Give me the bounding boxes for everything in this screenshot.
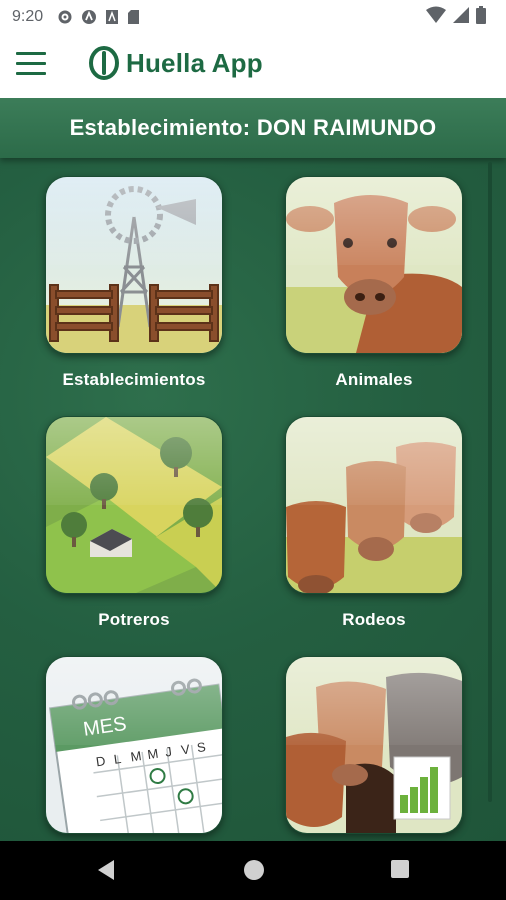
calendar-icon: MES D L M M J V S xyxy=(45,656,223,834)
main-content[interactable]: Establecimiento: DON RAIMUNDO Establecim… xyxy=(0,98,506,841)
home-icon[interactable] xyxy=(243,859,265,881)
tile-label: Rodeos xyxy=(342,610,406,629)
scrollbar[interactable] xyxy=(488,162,492,802)
herd-icon xyxy=(285,416,463,594)
status-time: 9:20 xyxy=(12,8,44,25)
calendar-day-label: M xyxy=(130,748,143,764)
status-bar: 9:20 xyxy=(0,0,506,34)
cow-icon xyxy=(285,176,463,354)
fields-icon xyxy=(45,416,223,594)
settings-icon xyxy=(58,10,72,24)
recents-icon[interactable] xyxy=(390,859,410,879)
tile-animales[interactable]: Animales xyxy=(285,176,463,390)
battery-icon xyxy=(476,6,486,24)
establishment-label: Establecimiento: DON RAIMUNDO xyxy=(69,115,437,140)
signal-icon xyxy=(453,7,469,23)
tile-rodeos[interactable]: Rodeos xyxy=(285,416,463,630)
app-title: Huella App xyxy=(126,47,263,78)
calendar-day-label: M xyxy=(146,746,159,762)
herd-report-icon xyxy=(285,656,463,834)
tile-calendario[interactable]: MES D L M M J V S xyxy=(45,656,223,841)
tile-label: Animales xyxy=(335,370,413,389)
system-status-icons xyxy=(426,6,486,24)
hamburger-menu-icon[interactable] xyxy=(16,52,46,78)
tile-potreros[interactable]: Potreros xyxy=(45,416,223,630)
notification-icons xyxy=(57,9,140,25)
system-navigation-bar xyxy=(0,841,506,900)
tile-reportes[interactable] xyxy=(285,656,463,841)
wifi-icon xyxy=(426,6,446,23)
footprint-logo-icon xyxy=(89,46,119,80)
sd-card-icon xyxy=(128,10,140,24)
windmill-gate-icon xyxy=(45,176,223,354)
app-bar: Huella App xyxy=(0,34,506,99)
text-notification-icon xyxy=(106,10,119,24)
app-logo: Huella App xyxy=(88,46,263,80)
app-notification-icon xyxy=(82,10,97,24)
back-icon[interactable] xyxy=(96,859,116,881)
tile-establecimientos[interactable]: Establecimientos xyxy=(45,176,223,390)
tile-label: Establecimientos xyxy=(62,370,206,389)
tile-label: Potreros xyxy=(98,610,170,629)
establishment-header: Establecimiento: DON RAIMUNDO xyxy=(0,98,506,158)
